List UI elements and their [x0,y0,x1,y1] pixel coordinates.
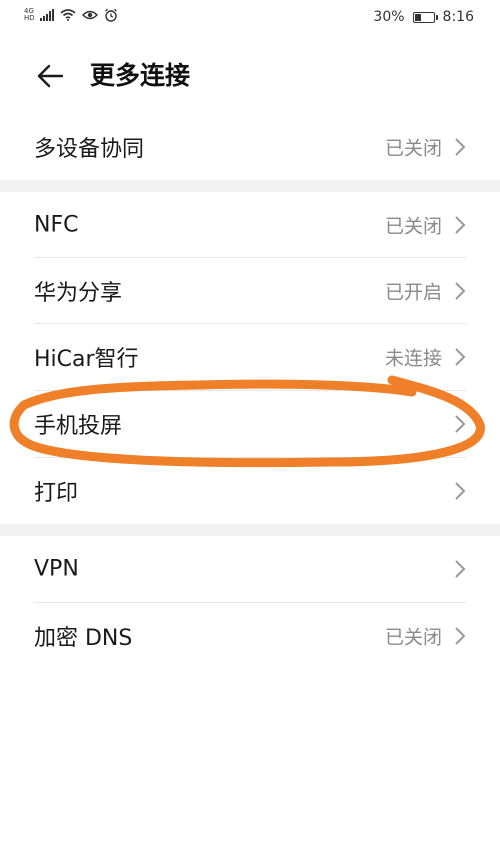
battery-percent: 30% [373,9,405,25]
section-gap [0,524,500,536]
row-value: 已关闭 [384,137,442,160]
chevron-right-icon [455,627,466,645]
battery-fill [414,13,421,21]
status-bar-right: 30% 8:16 [373,9,474,25]
network-sub-label: HD [24,14,35,22]
chevron-right-icon [455,348,466,366]
row-value: 已关闭 [384,215,442,238]
settings-row-multi-device[interactable]: 多设备协同 已关闭 [0,114,500,180]
row-label: 手机投屏 [34,414,123,439]
chevron-right-icon [455,560,466,578]
chevron-right-icon [455,138,466,156]
row-value: 已开启 [384,281,442,304]
status-time: 8:16 [442,9,474,25]
row-label: 华为分享 [34,281,123,306]
battery-icon [412,11,438,23]
alarm-icon [105,8,117,22]
row-value: 未连接 [384,347,442,370]
wifi-icon [60,9,76,21]
row-label: 打印 [34,481,79,506]
row-label: VPN [34,556,79,582]
settings-row-nfc[interactable]: NFC 已关闭 [0,192,500,258]
network-type: 4G HD [24,8,35,22]
section-gap [0,180,500,192]
settings-row-vpn[interactable]: VPN [0,536,500,602]
chevron-right-icon [455,282,466,300]
row-label: HiCar智行 [34,347,139,372]
row-label: 加密 DNS [34,626,133,651]
settings-row-encrypted-dns[interactable]: 加密 DNS 已关闭 [0,603,500,669]
row-label: 多设备协同 [34,137,145,162]
page-header: 更多连接 [0,48,500,104]
signal-icon [40,9,54,21]
chevron-right-icon [455,482,466,500]
page-title: 更多连接 [90,61,191,90]
status-bar: 4G HD 30% 8:16 [0,0,500,36]
settings-row-hicar[interactable]: HiCar智行 未连接 [0,324,500,390]
chevron-right-icon [455,415,466,433]
chevron-right-icon [455,216,466,234]
eye-icon [82,10,98,20]
settings-row-print[interactable]: 打印 [0,458,500,524]
settings-row-huawei-share[interactable]: 华为分享 已开启 [0,258,500,324]
status-bar-left: 4G HD [24,8,118,22]
settings-row-screen-projection[interactable]: 手机投屏 [0,391,500,457]
row-value: 已关闭 [384,626,442,649]
row-label: NFC [34,212,79,238]
arrow-left-icon[interactable] [34,60,66,92]
